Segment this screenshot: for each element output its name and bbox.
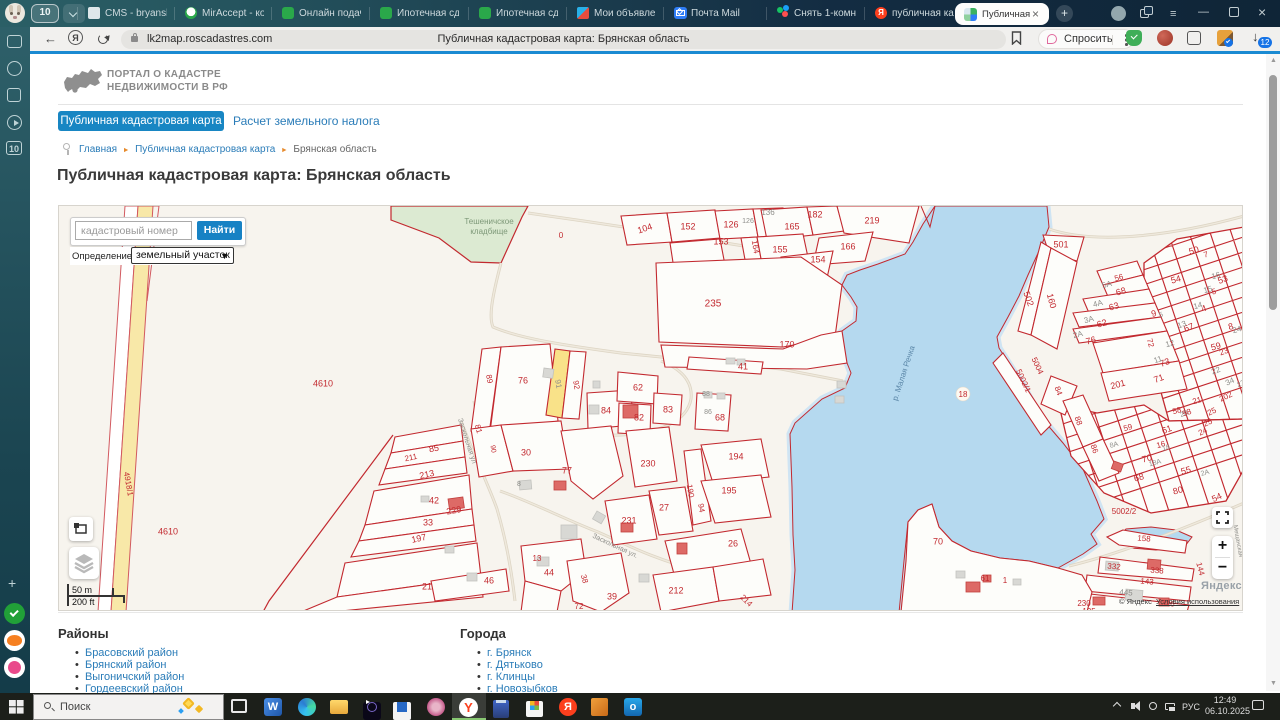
svg-text:27: 27	[659, 502, 669, 512]
svg-text:501: 501	[1053, 239, 1068, 249]
svg-text:125: 125	[1082, 607, 1096, 611]
svg-text:1: 1	[1003, 576, 1008, 585]
svg-text:68: 68	[715, 412, 725, 422]
svg-text:76: 76	[518, 375, 528, 385]
svg-text:155: 155	[772, 244, 787, 254]
svg-text:77: 77	[562, 465, 572, 475]
svg-text:182: 182	[807, 209, 822, 219]
svg-text:кладбище: кладбище	[470, 227, 508, 236]
svg-text:152: 152	[680, 221, 695, 231]
svg-text:4610: 4610	[158, 526, 178, 536]
svg-text:0: 0	[559, 231, 564, 240]
svg-text:212: 212	[668, 585, 683, 595]
svg-text:41: 41	[738, 361, 748, 371]
svg-text:230: 230	[640, 458, 655, 468]
svg-text:126: 126	[742, 218, 754, 225]
svg-text:143: 143	[1140, 577, 1155, 587]
svg-text:21: 21	[422, 581, 432, 591]
svg-text:219: 219	[864, 215, 879, 225]
svg-text:39: 39	[607, 591, 617, 601]
svg-text:153: 153	[713, 236, 728, 246]
svg-text:42: 42	[429, 495, 439, 505]
svg-text:8: 8	[517, 481, 521, 488]
svg-text:Тешеничское: Тешеничское	[464, 217, 514, 226]
svg-text:338: 338	[1150, 566, 1165, 576]
svg-text:136: 136	[761, 208, 775, 217]
svg-text:194: 194	[728, 451, 743, 461]
svg-text:90: 90	[489, 445, 497, 454]
svg-text:33: 33	[423, 517, 433, 527]
svg-text:85: 85	[428, 443, 440, 455]
svg-text:195: 195	[721, 485, 736, 495]
svg-text:72: 72	[575, 602, 584, 611]
svg-text:18: 18	[959, 390, 968, 399]
svg-text:158: 158	[1137, 534, 1152, 544]
svg-text:86: 86	[704, 409, 712, 416]
svg-text:170: 170	[779, 339, 794, 349]
svg-text:46: 46	[484, 575, 494, 585]
svg-text:235: 235	[705, 299, 722, 310]
svg-text:62: 62	[633, 382, 643, 392]
svg-text:332: 332	[1107, 562, 1122, 572]
svg-text:154: 154	[810, 254, 825, 264]
svg-text:231: 231	[621, 515, 636, 525]
svg-text:83: 83	[663, 404, 673, 414]
svg-text:13: 13	[533, 554, 542, 563]
svg-text:166: 166	[840, 241, 855, 251]
svg-text:30: 30	[521, 447, 531, 457]
svg-text:70: 70	[933, 536, 943, 546]
svg-text:26: 26	[728, 538, 738, 548]
svg-text:82: 82	[634, 412, 644, 422]
svg-text:165: 165	[784, 221, 799, 231]
svg-text:44: 44	[544, 567, 554, 577]
svg-text:84: 84	[601, 405, 611, 415]
svg-text:126: 126	[723, 219, 738, 229]
svg-text:4610: 4610	[313, 378, 333, 388]
svg-text:61: 61	[981, 574, 990, 583]
svg-text:5002/2: 5002/2	[1112, 507, 1137, 516]
svg-text:88: 88	[702, 391, 710, 398]
